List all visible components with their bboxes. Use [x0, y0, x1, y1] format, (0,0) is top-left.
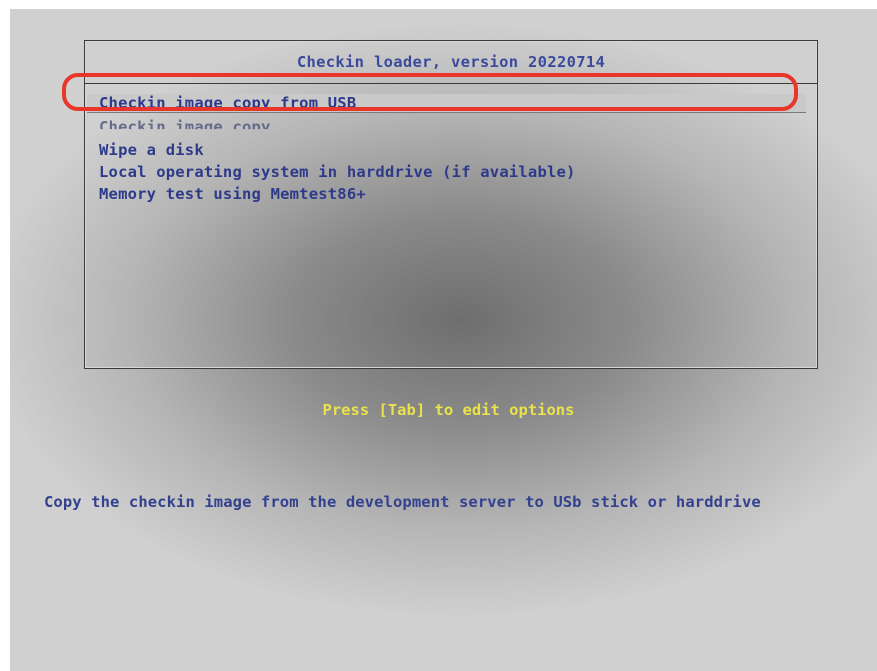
menu-item-wipe-a-disk[interactable]: Wipe a disk: [99, 141, 204, 159]
menu-item-checkin-image-copy[interactable]: Checkin image copy: [99, 118, 271, 129]
menu-item-local-os[interactable]: Local operating system in harddrive (if …: [99, 163, 576, 181]
edit-options-hint: Press [Tab] to edit options: [322, 401, 575, 419]
boot-menu: Checkin loader, version 20220714 Checkin…: [84, 40, 818, 369]
menu-title-divider: [85, 83, 817, 84]
menu-item-memtest[interactable]: Memory test using Memtest86+: [99, 185, 366, 203]
menu-item-checkin-image-copy-from-usb[interactable]: Checkin image copy from USB: [87, 94, 806, 113]
item-help-text: Copy the checkin image from the developm…: [44, 493, 761, 511]
menu-title: Checkin loader, version 20220714: [296, 53, 606, 71]
boot-screen: Checkin loader, version 20220714 Checkin…: [10, 9, 877, 671]
